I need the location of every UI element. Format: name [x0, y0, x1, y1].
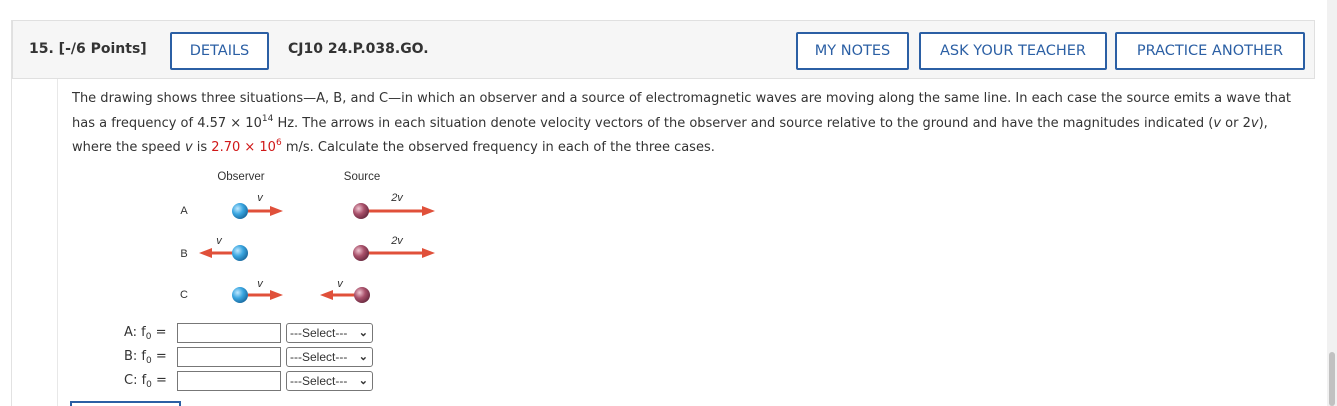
- page-scrollbar[interactable]: [1327, 0, 1337, 406]
- problem-line-1: The drawing shows three situations—A, B,…: [72, 91, 1292, 106]
- chevron-down-icon: ⌄: [358, 375, 368, 387]
- speed-value: 2.70 × 106: [211, 138, 282, 156]
- answer-label-c: C: f0 =: [124, 373, 167, 390]
- practice-another-button[interactable]: PRACTICE ANOTHER: [1115, 32, 1305, 70]
- answer-input-a[interactable]: [177, 323, 281, 343]
- answer-input-c[interactable]: [177, 371, 281, 391]
- answer-label-b: B: f0 =: [124, 349, 167, 366]
- answer-label-a: A: f0 =: [124, 325, 167, 342]
- problem-line-2: has a frequency of 4.57 × 1014 Hz. The a…: [72, 113, 1268, 131]
- question-code: CJ10 24.P.038.GO.: [288, 41, 429, 57]
- unit-select-c[interactable]: ---Select--- ⌄: [286, 371, 373, 391]
- answer-input-b[interactable]: [177, 347, 281, 367]
- unit-select-b[interactable]: ---Select--- ⌄: [286, 347, 373, 367]
- scrollbar-thumb[interactable]: [1329, 352, 1335, 406]
- problem-line-3: where the speed v is 2.70 × 106 m/s. Cal…: [72, 138, 715, 156]
- chevron-down-icon: ⌄: [358, 351, 368, 363]
- details-button[interactable]: DETAILS: [170, 32, 269, 70]
- ask-teacher-button[interactable]: ASK YOUR TEACHER: [919, 32, 1107, 70]
- my-notes-button[interactable]: MY NOTES: [796, 32, 909, 70]
- unit-select-a[interactable]: ---Select--- ⌄: [286, 323, 373, 343]
- chevron-down-icon: ⌄: [358, 327, 368, 339]
- question-header: 15. [-/6 Points] DETAILS CJ10 24.P.038.G…: [12, 20, 1315, 79]
- problem-statement: The drawing shows three situations—A, B,…: [72, 87, 1312, 161]
- submit-button[interactable]: [70, 401, 181, 406]
- question-title: 15. [-/6 Points]: [29, 41, 147, 57]
